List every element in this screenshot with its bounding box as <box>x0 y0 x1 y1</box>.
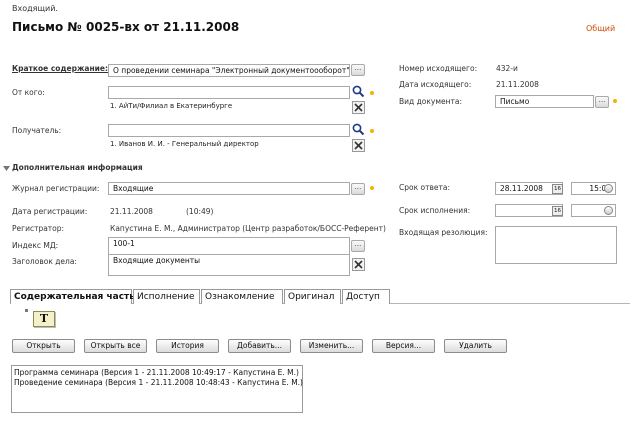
calendar-icon[interactable]: 16 <box>552 184 563 194</box>
required-indicator <box>370 91 374 95</box>
summary-label: Краткое содержание: <box>12 64 109 73</box>
reg-time-value: (10:49) <box>186 207 214 216</box>
list-item[interactable]: Программа семинара (Версия 1 - 21.11.200… <box>12 368 302 378</box>
clock-icon[interactable] <box>604 184 613 193</box>
from-item: 1. АйТи/Филиал в Екатеринбурге <box>110 102 233 110</box>
general-link[interactable]: Общий <box>586 24 615 33</box>
calendar-icon[interactable]: 16 <box>552 206 563 216</box>
execution-deadline-label: Срок исполнения: <box>399 206 471 215</box>
outgoing-date-label: Дата исходящего: <box>399 80 472 89</box>
doc-type-label: Вид документа: <box>399 97 462 106</box>
required-indicator <box>370 129 374 133</box>
version-button[interactable]: Версия... <box>372 339 435 353</box>
registrar-label: Регистратор: <box>12 224 65 233</box>
journal-label: Журнал регистрации: <box>12 184 100 193</box>
from-field[interactable] <box>108 86 350 99</box>
page-title: Письмо № 0025-вх от 21.11.2008 <box>12 20 240 34</box>
delete-button[interactable]: Удалить <box>444 339 507 353</box>
list-item[interactable]: Проведение семинара (Версия 1 - 21.11.20… <box>12 378 303 388</box>
case-title-label: Заголовок дела: <box>12 257 77 266</box>
attachments-list[interactable]: Программа семинара (Версия 1 - 21.11.200… <box>11 365 303 413</box>
from-label: От кого: <box>12 88 45 97</box>
index-select-button[interactable]: ... <box>351 240 365 252</box>
tab-execution[interactable]: Исполнение <box>133 289 200 304</box>
doc-type-field[interactable]: Письмо <box>495 95 594 108</box>
case-title-field[interactable]: Входящие документы <box>108 254 350 276</box>
recipient-field[interactable] <box>108 124 350 137</box>
search-icon[interactable] <box>352 85 365 98</box>
tab-original[interactable]: Оригинал <box>284 289 341 304</box>
required-indicator <box>613 99 617 103</box>
doc-type-select-button[interactable]: ... <box>595 96 609 108</box>
breadcrumb: Входящий. <box>12 4 58 13</box>
resolution-label: Входящая резолюция: <box>399 228 488 237</box>
tab-content[interactable]: Содержательная часть <box>10 289 135 304</box>
recipient-item: 1. Иванов И. И. - Генеральный директор <box>110 140 259 148</box>
insert-text-button[interactable]: T <box>33 311 55 327</box>
reg-date-label: Дата регистрации: <box>12 207 88 216</box>
clear-icon[interactable] <box>352 258 365 271</box>
clear-icon[interactable] <box>352 139 365 152</box>
tab-familiarization[interactable]: Ознакомление <box>201 289 283 304</box>
open-button[interactable]: Открыть <box>12 339 75 353</box>
search-icon[interactable] <box>352 123 365 136</box>
index-label: Индекс МД: <box>12 241 59 250</box>
resolution-field[interactable] <box>495 226 617 264</box>
history-button[interactable]: История <box>156 339 219 353</box>
collapse-arrow-icon[interactable] <box>3 166 10 172</box>
tab-access[interactable]: Доступ <box>342 289 390 304</box>
additional-info-header[interactable]: Дополнительная информация <box>12 163 143 172</box>
small-icon <box>25 309 28 312</box>
registrar-value: Капустина Е. М., Администратор (Центр ра… <box>110 224 386 233</box>
clear-icon[interactable] <box>352 101 365 114</box>
summary-select-button[interactable]: ... <box>351 64 365 76</box>
journal-field[interactable]: Входящие <box>108 182 350 195</box>
edit-button[interactable]: Изменить... <box>300 339 363 353</box>
journal-select-button[interactable]: ... <box>351 183 365 195</box>
add-button[interactable]: Добавить... <box>228 339 291 353</box>
clock-icon[interactable] <box>604 206 613 215</box>
open-all-button[interactable]: Открыть все <box>84 339 147 353</box>
reg-date-value: 21.11.2008 <box>110 207 153 216</box>
response-deadline-label: Срок ответа: <box>399 183 450 192</box>
outgoing-number-label: Номер исходящего: <box>399 64 478 73</box>
text-icon: T <box>39 312 49 325</box>
recipient-label: Получатель: <box>12 126 62 135</box>
outgoing-date-value: 21.11.2008 <box>496 80 539 89</box>
required-indicator <box>370 186 374 190</box>
outgoing-number-value: 432-и <box>496 64 518 73</box>
summary-field[interactable]: О проведении семинара "Электронный докум… <box>108 64 350 77</box>
